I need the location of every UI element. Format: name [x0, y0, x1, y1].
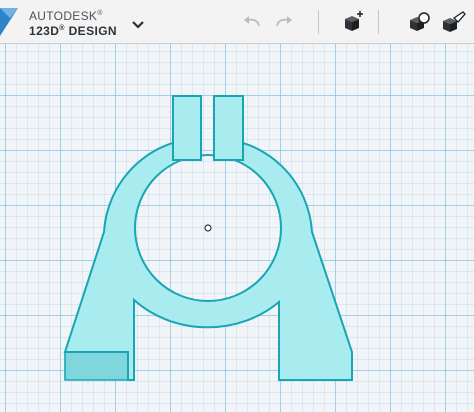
material-icon: [410, 12, 430, 31]
inspect-icon: [443, 11, 466, 32]
toolbar-divider: [318, 10, 319, 34]
material-button[interactable]: [406, 10, 432, 34]
toolbar-divider: [378, 10, 379, 34]
right-tab: [213, 95, 244, 161]
redo-icon: [276, 16, 292, 27]
autodesk-logo-icon: [0, 8, 18, 36]
main-menu-button[interactable]: [128, 14, 148, 34]
top-toolbar: AUTODESK® 123D® DESIGN: [0, 0, 474, 44]
redo-button[interactable]: [271, 10, 297, 34]
left-leg-side-face: [64, 351, 135, 381]
add-primitive-button[interactable]: [339, 10, 365, 34]
left-tab: [172, 95, 202, 161]
brand-name: AUTODESK®: [29, 9, 103, 23]
undo-icon: [244, 16, 260, 27]
chevron-down-icon: [132, 21, 144, 29]
undo-button[interactable]: [239, 10, 265, 34]
product-name: 123D® DESIGN: [29, 24, 118, 38]
add-primitive-icon: [345, 11, 363, 31]
inspect-button[interactable]: [440, 10, 466, 34]
